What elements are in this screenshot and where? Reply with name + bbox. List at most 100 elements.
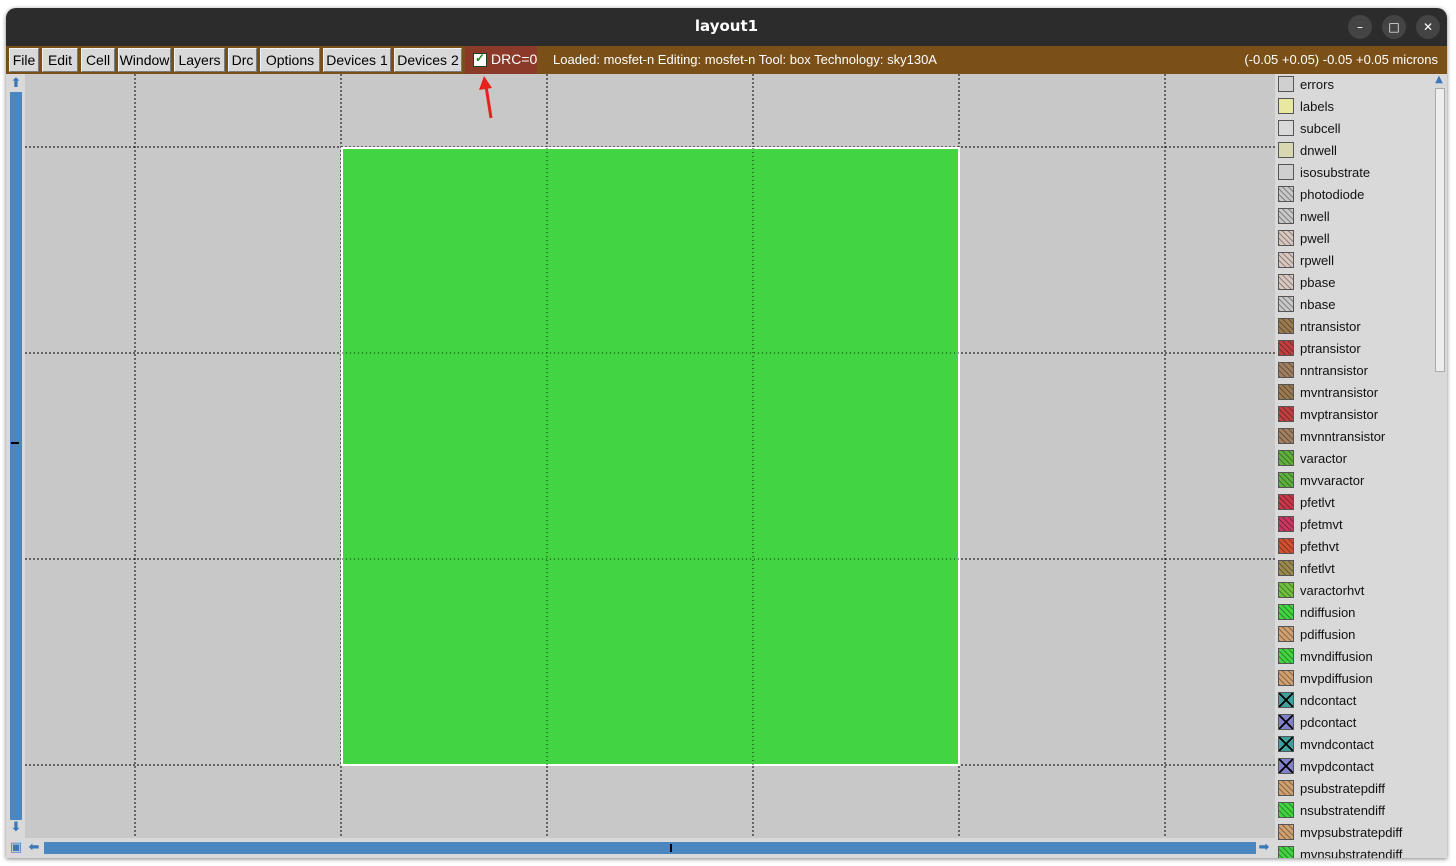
layer-swatch-icon	[1278, 582, 1294, 598]
layer-item-pdcontact[interactable]: pdcontact	[1275, 712, 1447, 734]
layers-panel: errors labels subcell dnwell isosubstrate pho…	[1275, 74, 1447, 858]
layer-label: mvnsubstratendiff	[1300, 847, 1403, 858]
layer-item-subcell[interactable]: subcell	[1275, 118, 1447, 140]
layer-swatch-icon	[1278, 362, 1294, 378]
horizontal-scroll-track[interactable]	[44, 842, 1256, 854]
layer-label: mvnntransistor	[1300, 429, 1386, 444]
layers-scroll-thumb[interactable]	[1435, 88, 1445, 372]
layer-label: pwell	[1300, 231, 1330, 246]
menu-drc[interactable]: Drc	[228, 48, 257, 72]
layer-item-pfetlvt[interactable]: pfetlvt	[1275, 492, 1447, 514]
layer-item-pfetmvt[interactable]: pfetmvt	[1275, 514, 1447, 536]
layer-swatch-icon	[1278, 780, 1294, 796]
layer-item-dnwell[interactable]: dnwell	[1275, 140, 1447, 162]
menu-layers[interactable]: Layers	[174, 48, 225, 72]
layer-list: errors labels subcell dnwell isosubstrate pho…	[1275, 74, 1447, 858]
layer-item-ndcontact[interactable]: ndcontact	[1275, 690, 1447, 712]
layout-canvas[interactable]	[25, 74, 1275, 838]
layer-item-isosubstrate[interactable]: isosubstrate	[1275, 162, 1447, 184]
layer-item-ptransistor[interactable]: ptransistor	[1275, 338, 1447, 360]
menu-options[interactable]: Options	[260, 48, 320, 72]
menu-file[interactable]: File	[9, 48, 39, 72]
layer-label: mvptransistor	[1300, 407, 1379, 422]
layer-item-nbase[interactable]: nbase	[1275, 294, 1447, 316]
minimize-icon[interactable]: –	[1348, 15, 1372, 39]
layer-item-mvpsubstratepdiff[interactable]: mvpsubstratepdiff	[1275, 822, 1447, 844]
layer-item-psubstratepdiff[interactable]: psubstratepdiff	[1275, 778, 1447, 800]
layer-swatch-icon	[1278, 76, 1294, 92]
close-icon[interactable]: ✕	[1416, 15, 1440, 39]
layer-item-mvvaractor[interactable]: mvvaractor	[1275, 470, 1447, 492]
layer-item-varactorhvt[interactable]: varactorhvt	[1275, 580, 1447, 602]
zoom-box-icon[interactable]: ▣	[8, 840, 24, 856]
layer-item-ntransistor[interactable]: ntransistor	[1275, 316, 1447, 338]
layer-item-pfethvt[interactable]: pfethvt	[1275, 536, 1447, 558]
layer-item-labels[interactable]: labels	[1275, 96, 1447, 118]
layer-item-rpwell[interactable]: rpwell	[1275, 250, 1447, 272]
maximize-icon[interactable]: □	[1382, 15, 1406, 39]
layer-swatch-icon	[1278, 714, 1294, 730]
layer-swatch-icon	[1278, 450, 1294, 466]
layer-label: ndcontact	[1300, 693, 1357, 708]
layer-item-pwell[interactable]: pwell	[1275, 228, 1447, 250]
horizontal-scrollbar[interactable]: ▣ ⬅ ➡	[6, 838, 1275, 858]
layer-label: pfethvt	[1300, 539, 1340, 554]
layer-item-nwell[interactable]: nwell	[1275, 206, 1447, 228]
arrow-shaft	[484, 85, 493, 119]
scroll-down-icon[interactable]: ⬇	[8, 820, 24, 836]
layout-drawing	[25, 74, 1275, 838]
layer-item-mvntransistor[interactable]: mvntransistor	[1275, 382, 1447, 404]
layer-label: nwell	[1300, 209, 1330, 224]
layer-item-mvndiffusion[interactable]: mvndiffusion	[1275, 646, 1447, 668]
layer-item-photodiode[interactable]: photodiode	[1275, 184, 1447, 206]
layers-scrollbar[interactable]: ▲	[1433, 74, 1445, 858]
layer-item-nfetlvt[interactable]: nfetlvt	[1275, 558, 1447, 580]
scroll-right-icon[interactable]: ➡	[1256, 840, 1272, 856]
title-bar[interactable]: layout1 – □ ✕	[6, 8, 1447, 46]
layer-item-mvpdcontact[interactable]: mvpdcontact	[1275, 756, 1447, 778]
ndiffusion-box[interactable]	[341, 147, 960, 766]
layer-label: nfetlvt	[1300, 561, 1335, 576]
layer-item-ndiffusion[interactable]: ndiffusion	[1275, 602, 1447, 624]
layer-label: isosubstrate	[1300, 165, 1371, 180]
layer-swatch-icon	[1278, 340, 1294, 356]
drc-checkbox[interactable]: ✓	[473, 51, 487, 67]
layer-label: mvntransistor	[1300, 385, 1379, 400]
menu-window[interactable]: Window	[118, 48, 171, 72]
layer-item-pbase[interactable]: pbase	[1275, 272, 1447, 294]
layer-item-mvpdiffusion[interactable]: mvpdiffusion	[1275, 668, 1447, 690]
layer-swatch-icon	[1278, 186, 1294, 202]
layer-item-mvnntransistor[interactable]: mvnntransistor	[1275, 426, 1447, 448]
layer-label: varactorhvt	[1300, 583, 1365, 598]
layer-item-mvptransistor[interactable]: mvptransistor	[1275, 404, 1447, 426]
layer-label: ndiffusion	[1300, 605, 1356, 620]
layer-item-nsubstratendiff[interactable]: nsubstratendiff	[1275, 800, 1447, 822]
layer-item-errors[interactable]: errors	[1275, 74, 1447, 96]
vertical-scrollbar[interactable]: ⬆ ⬇	[6, 74, 25, 838]
layer-swatch-icon	[1278, 406, 1294, 422]
menu-edit[interactable]: Edit	[42, 48, 78, 72]
horizontal-scroll-thumb[interactable]	[670, 844, 672, 852]
menu-devices-1[interactable]: Devices 1	[323, 48, 391, 72]
drc-toggle[interactable]: ✓ DRC=0	[465, 46, 537, 74]
cursor-coordinates: (-0.05 +0.05) -0.05 +0.05 microns	[1244, 52, 1438, 67]
menu-cell[interactable]: Cell	[81, 48, 115, 72]
scroll-up-icon[interactable]: ⬆	[8, 76, 24, 92]
layer-item-mvndcontact[interactable]: mvndcontact	[1275, 734, 1447, 756]
layer-swatch-icon	[1278, 604, 1294, 620]
layer-item-varactor[interactable]: varactor	[1275, 448, 1447, 470]
layer-label: pdcontact	[1300, 715, 1357, 730]
layer-swatch-icon	[1278, 494, 1294, 510]
layer-swatch-icon	[1278, 296, 1294, 312]
layer-swatch-icon	[1278, 142, 1294, 158]
layer-item-pdiffusion[interactable]: pdiffusion	[1275, 624, 1447, 646]
menu-devices-2[interactable]: Devices 2	[394, 48, 462, 72]
layer-item-nntransistor[interactable]: nntransistor	[1275, 360, 1447, 382]
scroll-left-icon[interactable]: ⬅	[26, 840, 42, 856]
layer-item-mvnsubstratendiff[interactable]: mvnsubstratendiff	[1275, 844, 1447, 858]
layer-swatch-icon	[1278, 736, 1294, 752]
vertical-scroll-track[interactable]	[10, 92, 22, 824]
layer-label: pfetlvt	[1300, 495, 1335, 510]
layers-scroll-up-icon[interactable]: ▲	[1433, 74, 1445, 86]
vertical-scroll-thumb[interactable]	[11, 442, 19, 444]
